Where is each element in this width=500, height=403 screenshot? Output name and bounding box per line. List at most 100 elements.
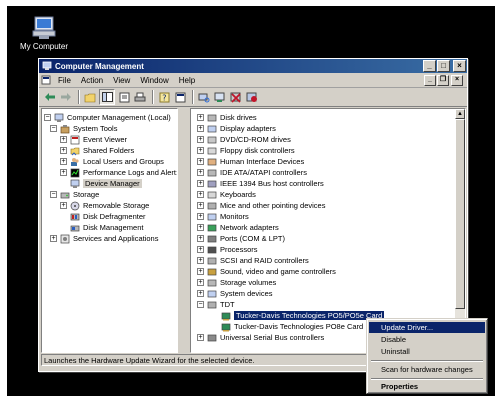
scroll-thumb[interactable]	[455, 119, 465, 309]
tree-node-services[interactable]: + Services and Applications	[50, 233, 158, 244]
expand-toggle[interactable]: +	[197, 213, 204, 220]
properties-button[interactable]	[117, 90, 131, 104]
expand-toggle[interactable]: +	[197, 125, 204, 132]
collapse-toggle[interactable]: −	[44, 114, 51, 121]
device-label: TDT	[220, 300, 235, 309]
title-bar[interactable]: Computer Management _ □ ×	[39, 59, 467, 73]
help-button[interactable]: ?	[157, 90, 171, 104]
tree-node-performance-logs[interactable]: + Performance Logs and Alert:	[60, 167, 177, 178]
tree-node-removable-storage[interactable]: + Removable Storage	[60, 200, 149, 211]
expand-toggle[interactable]: +	[197, 268, 204, 275]
vertical-scrollbar[interactable]: ▲ ▼	[455, 109, 465, 350]
device-category-hid[interactable]: + Human Interface Devices	[197, 156, 304, 167]
expand-toggle[interactable]: +	[197, 147, 204, 154]
expand-toggle[interactable]: +	[197, 158, 204, 165]
scroll-up-button[interactable]: ▲	[455, 109, 465, 119]
device-category-sound-video-game[interactable]: + Sound, video and game controllers	[197, 266, 336, 277]
pane-splitter[interactable]	[178, 108, 188, 353]
expand-toggle[interactable]: +	[197, 136, 204, 143]
menu-action[interactable]: Action	[76, 76, 108, 85]
device-category-dvd-cdrom-drives[interactable]: + DVD/CD-ROM drives	[197, 134, 291, 145]
child-minimize-button[interactable]: _	[424, 74, 436, 86]
menu-file[interactable]: File	[53, 76, 76, 85]
uninstall-button[interactable]	[229, 90, 243, 104]
tree-node-event-viewer[interactable]: + Event Viewer	[60, 134, 127, 145]
menu-window[interactable]: Window	[135, 76, 173, 85]
back-button[interactable]	[43, 90, 57, 104]
print-button[interactable]	[133, 90, 147, 104]
expand-toggle[interactable]: +	[197, 191, 204, 198]
tree-node-root[interactable]: − Computer Management (Local)	[44, 112, 171, 123]
menu-item-scan-hardware[interactable]: Scan for hardware changes	[369, 364, 485, 375]
child-restore-button[interactable]: ❐	[437, 74, 449, 86]
expand-toggle[interactable]: +	[197, 257, 204, 264]
tree-node-local-users[interactable]: + Local Users and Groups	[60, 156, 164, 167]
collapse-toggle[interactable]: −	[50, 125, 57, 132]
expand-toggle[interactable]: +	[197, 180, 204, 187]
maximize-button[interactable]: □	[437, 60, 450, 72]
console-tree-pane[interactable]: − Computer Management (Local) − System T…	[41, 108, 178, 353]
device-category-keyboards[interactable]: + Keyboards	[197, 189, 256, 200]
device-category-ports[interactable]: + Ports (COM & LPT)	[197, 233, 285, 244]
expand-toggle[interactable]: +	[197, 202, 204, 209]
tree-node-device-manager[interactable]: Device Manager	[70, 178, 142, 189]
device-category-mice[interactable]: + Mice and other pointing devices	[197, 200, 325, 211]
expand-toggle[interactable]: +	[60, 202, 67, 209]
expand-toggle[interactable]: +	[197, 224, 204, 231]
update-driver-button[interactable]	[213, 90, 227, 104]
menu-item-disable[interactable]: Disable	[369, 334, 485, 345]
expand-toggle[interactable]: +	[60, 136, 67, 143]
menu-item-properties[interactable]: Properties	[369, 381, 485, 392]
device-category-display-adapters[interactable]: + Display adapters	[197, 123, 276, 134]
expand-toggle[interactable]: +	[197, 246, 204, 253]
device-category-floppy-controllers[interactable]: + Floppy disk controllers	[197, 145, 295, 156]
expand-toggle[interactable]: +	[60, 158, 67, 165]
child-close-button[interactable]: ×	[451, 74, 463, 86]
expand-toggle[interactable]: +	[197, 290, 204, 297]
device-category-disk-drives[interactable]: + Disk drives	[197, 112, 257, 123]
tree-label: Shared Folders	[83, 146, 135, 155]
tree-node-disk-defragmenter[interactable]: Disk Defragmenter	[70, 211, 146, 222]
tree-node-disk-management[interactable]: Disk Management	[70, 222, 143, 233]
menu-view[interactable]: View	[108, 76, 135, 85]
device-tree-pane[interactable]: + Disk drives + Display adapters + DVD/CD-ROM…	[190, 108, 466, 353]
menu-item-uninstall[interactable]: Uninstall	[369, 346, 485, 357]
device-category-scsi-raid-controllers[interactable]: + SCSI and RAID controllers	[197, 255, 309, 266]
device-category-usb-controllers[interactable]: + Universal Serial Bus controllers	[197, 332, 324, 343]
up-folder-button[interactable]	[83, 90, 97, 104]
device-category-monitors[interactable]: + Monitors	[197, 211, 249, 222]
document-menu-icon[interactable]	[41, 75, 51, 85]
expand-toggle[interactable]: +	[197, 169, 204, 176]
forward-button[interactable]	[59, 90, 73, 104]
expand-toggle[interactable]: +	[197, 279, 204, 286]
console-button[interactable]	[173, 90, 187, 104]
device-category-network-adapters[interactable]: + Network adapters	[197, 222, 279, 233]
expand-toggle[interactable]: +	[60, 169, 67, 176]
device-category-ide-controllers[interactable]: + IDE ATA/ATAPI controllers	[197, 167, 307, 178]
menu-item-update-driver[interactable]: Update Driver...	[369, 322, 485, 333]
device-category-tdt-po5-card[interactable]: Tucker-Davis Technologies PO5/PO5e Card	[221, 310, 385, 321]
expand-toggle[interactable]: +	[197, 114, 204, 121]
expand-toggle[interactable]: +	[197, 334, 204, 341]
expand-toggle[interactable]: +	[60, 147, 67, 154]
tree-node-storage[interactable]: − Storage	[50, 189, 99, 200]
menu-help[interactable]: Help	[174, 76, 200, 85]
show-hide-tree-button[interactable]	[99, 89, 115, 105]
collapse-toggle[interactable]: −	[50, 191, 57, 198]
device-category-storage-volumes[interactable]: + Storage volumes	[197, 277, 276, 288]
tree-node-shared-folders[interactable]: + Shared Folders	[60, 145, 134, 156]
minimize-button[interactable]: _	[423, 60, 436, 72]
device-category-tdt-po8e-card[interactable]: Tucker-Davis Technologies PO8e Card	[221, 321, 363, 332]
tree-node-system-tools[interactable]: − System Tools	[50, 123, 117, 134]
disable-button[interactable]	[245, 90, 259, 104]
device-category-ieee1394-controllers[interactable]: + IEEE 1394 Bus host controllers	[197, 178, 324, 189]
device-category-tdt[interactable]: − TDT	[197, 299, 235, 310]
my-computer-desktop-icon[interactable]: My Computer	[17, 16, 71, 51]
scan-hardware-button[interactable]	[197, 90, 211, 104]
expand-toggle[interactable]: +	[50, 235, 57, 242]
collapse-toggle[interactable]: −	[197, 301, 204, 308]
expand-toggle[interactable]: +	[197, 235, 204, 242]
close-button[interactable]: ×	[453, 60, 466, 72]
device-category-processors[interactable]: + Processors	[197, 244, 258, 255]
device-category-system-devices[interactable]: + System devices	[197, 288, 273, 299]
